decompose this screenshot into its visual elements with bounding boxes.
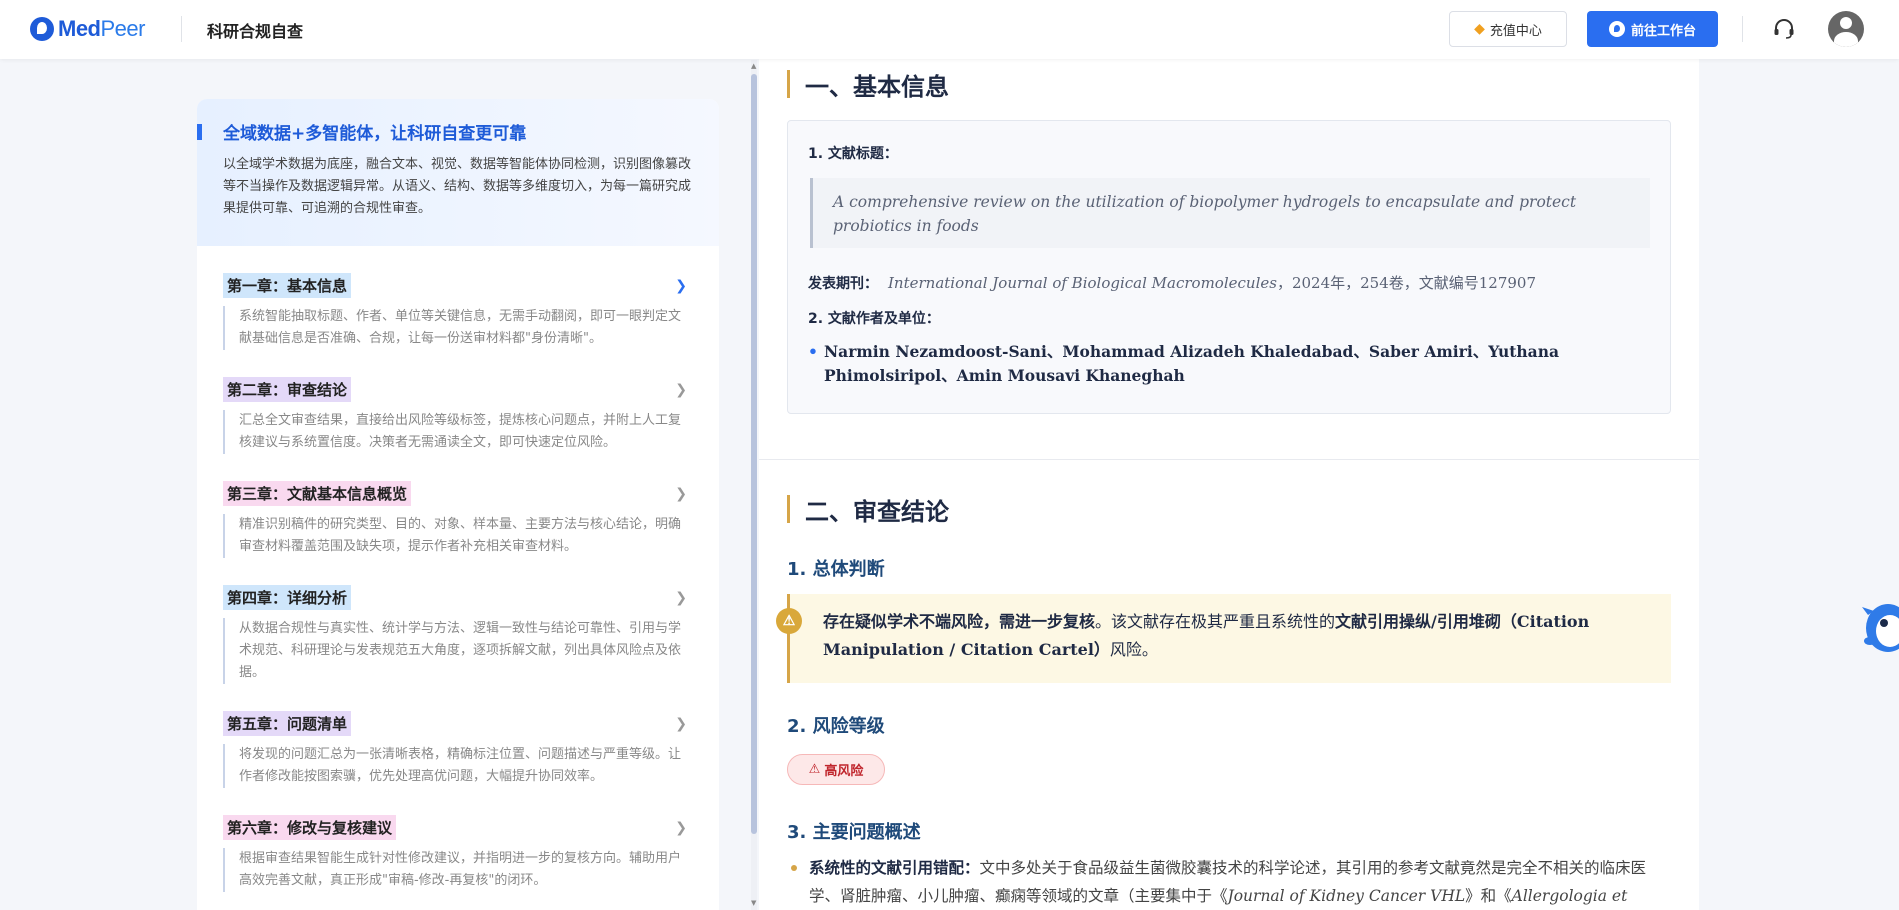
issue-journal-2: Allergologia et bbox=[1511, 887, 1628, 905]
issues-summary-heading: 3. 主要问题概述 bbox=[787, 822, 921, 843]
chapter-description: 系统智能抽取标题、作者、单位等关键信息，无需手动翻阅，即可一眼判定文献基础信息是… bbox=[223, 306, 693, 350]
article-title-quote: A comprehensive review on the utilizatio… bbox=[810, 178, 1650, 248]
issue-text-2: 》和《 bbox=[1465, 887, 1512, 905]
warning-triangle-icon: ⚠ bbox=[808, 762, 821, 777]
alert-text-2: 风险。 bbox=[1109, 640, 1158, 659]
assistant-mascot-icon[interactable] bbox=[1860, 597, 1899, 659]
top-header: MedPeer 科研合规自查 ◆ 充值中心 前往工作台 bbox=[0, 0, 1899, 59]
authors-list: Narmin Nezamdoost-Sani、Mohammad Alizadeh… bbox=[808, 340, 1648, 388]
intro-description: 以全域学术数据为底座，融合文本、视觉、数据等智能体协同检测，识别图像篡改等不当操… bbox=[223, 157, 692, 216]
chapter-label: 第三章：文献基本信息概览 bbox=[223, 481, 412, 506]
scroll-down-arrow-icon[interactable]: ▼ bbox=[751, 899, 756, 907]
workbench-label: 前往工作台 bbox=[1630, 23, 1696, 39]
scrollbar-thumb[interactable] bbox=[751, 74, 757, 834]
journal-row: 发表期刊： International Journal of Biologica… bbox=[808, 272, 1536, 293]
header-divider bbox=[181, 16, 182, 42]
chapter-item-basic-info[interactable]: 第一章：基本信息 ❯ 系统智能抽取标题、作者、单位等关键信息，无需手动翻阅，即可… bbox=[223, 273, 693, 350]
chapter-label: 第五章：问题清单 bbox=[223, 711, 352, 736]
chapter-item-issue-list[interactable]: 第五章：问题清单 ❯ 将发现的问题汇总为一张清晰表格，精确标注位置、问题描述与严… bbox=[223, 711, 693, 788]
basic-info-card: 1. 文献标题： A comprehensive review on the u… bbox=[787, 120, 1671, 414]
chevron-right-icon: ❯ bbox=[675, 486, 687, 502]
workbench-button[interactable]: 前往工作台 bbox=[1587, 11, 1718, 47]
issue-list-item: 系统性的文献引用错配：文中多处关于食品级益生菌微胶囊技术的科学论述，其引用的参考… bbox=[787, 854, 1677, 910]
chevron-right-icon: ❯ bbox=[675, 716, 687, 732]
chapter-description: 根据审查结果智能生成针对性修改建议，并指明进一步的复核方向。辅助用户高效完善文献… bbox=[223, 848, 693, 892]
journal-meta: ，2024年，254卷，文献编号127907 bbox=[1276, 274, 1537, 292]
chapter-description: 汇总全文审查结果，直接给出风险等级标签，提炼核心问题点，并附上人工复核建议与系统… bbox=[223, 410, 693, 454]
intro-accent-bar bbox=[197, 124, 202, 140]
alert-text: 。该文献存在极其严重且系统性的 bbox=[1095, 612, 1336, 631]
warning-icon: ⚠ bbox=[776, 608, 802, 634]
chevron-right-icon: ❯ bbox=[675, 820, 687, 836]
chapter-label: 第一章：基本信息 bbox=[223, 273, 352, 298]
risk-badge: ⚠ 高风险 bbox=[787, 754, 885, 785]
issue-bold: 系统性的文献引用错配： bbox=[809, 858, 980, 877]
logo-text-secondary: Peer bbox=[100, 16, 146, 41]
feature-intro-panel: 全域数据+多智能体，让科研自查更可靠 以全域学术数据为底座，融合文本、视觉、数据… bbox=[197, 99, 719, 910]
chapter-description: 将发现的问题汇总为一张清晰表格，精确标注位置、问题描述与严重等级。让作者修改能按… bbox=[223, 744, 693, 788]
authors-label: 2. 文献作者及单位： bbox=[808, 311, 940, 327]
headset-support-icon[interactable] bbox=[1772, 17, 1796, 41]
chapter-description: 从数据合规性与真实性、统计学与方法、逻辑一致性与结论可靠性、引用与学术规范、科研… bbox=[223, 618, 693, 684]
header-divider-right bbox=[1742, 16, 1743, 42]
logo-mark-icon bbox=[30, 17, 54, 41]
workbench-logo-icon bbox=[1608, 21, 1625, 37]
section-title-conclusion: 二、审查结论 bbox=[787, 492, 949, 527]
section-title-basic-info: 一、基本信息 bbox=[787, 67, 949, 102]
chapter-item-detailed-analysis[interactable]: 第四章：详细分析 ❯ 从数据合规性与真实性、统计学与方法、逻辑一致性与结论可靠性… bbox=[223, 585, 693, 684]
chevron-right-icon: ❯ bbox=[675, 278, 687, 294]
chapter-label: 第二章：审查结论 bbox=[223, 377, 352, 402]
risk-badge-label: 高风险 bbox=[824, 764, 864, 779]
user-avatar[interactable] bbox=[1828, 11, 1864, 47]
page-title: 科研合规自查 bbox=[207, 22, 304, 41]
chevron-right-icon: ❯ bbox=[675, 590, 687, 606]
article-title-label: 1. 文献标题： bbox=[808, 146, 898, 162]
recharge-label: 充值中心 bbox=[1489, 23, 1542, 39]
intro-banner: 全域数据+多智能体，让科研自查更可靠 以全域学术数据为底座，融合文本、视觉、数据… bbox=[197, 99, 719, 246]
chapter-item-review-conclusion[interactable]: 第二章：审查结论 ❯ 汇总全文审查结果，直接给出风险等级标签，提炼核心问题点，并… bbox=[223, 377, 693, 454]
overall-judgment-heading: 1. 总体判断 bbox=[787, 559, 885, 580]
chapter-item-overview[interactable]: 第三章：文献基本信息概览 ❯ 精准识别稿件的研究类型、目的、对象、样本量、主要方… bbox=[223, 481, 693, 558]
intro-title: 全域数据+多智能体，让科研自查更可靠 bbox=[223, 124, 527, 144]
issue-journal-1: Journal of Kidney Cancer VHL bbox=[1227, 887, 1466, 905]
alert-bold-text: 存在疑似学术不端风险，需进一步复核 bbox=[823, 612, 1096, 631]
medpeer-logo[interactable]: MedPeer bbox=[30, 15, 145, 43]
recharge-button[interactable]: ◆ 充值中心 bbox=[1449, 11, 1567, 47]
chapter-item-revision-advice[interactable]: 第六章：修改与复核建议 ❯ 根据审查结果智能生成针对性修改建议，并指明进一步的复… bbox=[223, 815, 693, 892]
scroll-up-arrow-icon[interactable]: ▲ bbox=[751, 62, 756, 70]
journal-name: International Journal of Biological Macr… bbox=[888, 274, 1277, 292]
journal-label: 发表期刊： bbox=[808, 276, 878, 292]
diamond-icon: ◆ bbox=[1474, 21, 1485, 37]
chapter-label: 第四章：详细分析 bbox=[223, 585, 352, 610]
section-divider bbox=[759, 459, 1699, 460]
report-document: 一、基本信息 1. 文献标题： A comprehensive review o… bbox=[759, 59, 1699, 910]
chapter-description: 精准识别稿件的研究类型、目的、对象、样本量、主要方法与核心结论，明确审查材料覆盖… bbox=[223, 514, 693, 558]
risk-level-heading: 2. 风险等级 bbox=[787, 716, 885, 737]
chapter-list: 第一章：基本信息 ❯ 系统智能抽取标题、作者、单位等关键信息，无需手动翻阅，即可… bbox=[197, 273, 719, 892]
chapter-label: 第六章：修改与复核建议 bbox=[223, 815, 397, 840]
overall-judgment-alert: ⚠ 存在疑似学术不端风险，需进一步复核。该文献存在极其严重且系统性的文献引用操纵… bbox=[776, 594, 1671, 683]
logo-text-primary: Med bbox=[58, 16, 101, 41]
chevron-right-icon: ❯ bbox=[675, 382, 687, 398]
